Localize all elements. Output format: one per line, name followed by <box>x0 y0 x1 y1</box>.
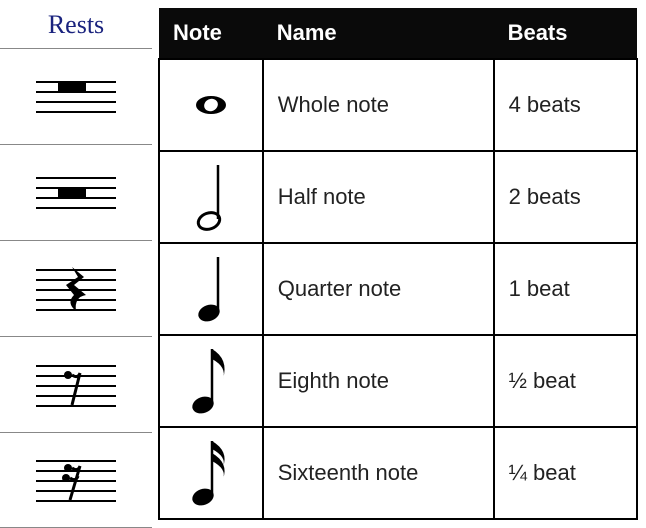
note-name: Eighth note <box>263 335 494 427</box>
eighth-note-icon <box>159 335 263 427</box>
table-row: Whole note 4 beats <box>159 59 637 151</box>
note-name: Half note <box>263 151 494 243</box>
rest-cell-eighth <box>0 336 152 432</box>
notes-table-container: Note Name Beats Whole note 4 beats Half … <box>152 0 646 520</box>
header-beats: Beats <box>494 8 637 59</box>
half-note-icon <box>159 151 263 243</box>
table-row: Half note 2 beats <box>159 151 637 243</box>
table-row: Sixteenth note ¼ beat <box>159 427 637 519</box>
quarter-rest-icon <box>36 267 116 311</box>
whole-rest-icon <box>36 75 116 119</box>
sixteenth-rest-icon <box>36 458 116 502</box>
half-rest-icon <box>36 171 116 215</box>
sixteenth-note-icon <box>159 427 263 519</box>
header-note: Note <box>159 8 263 59</box>
rests-column: Rests <box>0 0 152 528</box>
table-header-row: Note Name Beats <box>159 8 637 59</box>
rest-cell-quarter <box>0 240 152 336</box>
header-name: Name <box>263 8 494 59</box>
note-name: Sixteenth note <box>263 427 494 519</box>
note-beats: 4 beats <box>494 59 637 151</box>
note-name: Whole note <box>263 59 494 151</box>
table-row: Eighth note ½ beat <box>159 335 637 427</box>
notes-table: Note Name Beats Whole note 4 beats Half … <box>158 8 638 520</box>
note-beats: 1 beat <box>494 243 637 335</box>
rests-title: Rests <box>48 10 104 40</box>
table-row: Quarter note 1 beat <box>159 243 637 335</box>
note-name: Quarter note <box>263 243 494 335</box>
quarter-note-icon <box>159 243 263 335</box>
whole-note-icon <box>159 59 263 151</box>
note-beats: ½ beat <box>494 335 637 427</box>
note-beats: ¼ beat <box>494 427 637 519</box>
note-beats: 2 beats <box>494 151 637 243</box>
eighth-rest-icon <box>36 363 116 407</box>
rest-cell-half <box>0 144 152 240</box>
rest-cell-whole <box>0 48 152 144</box>
rest-cell-sixteenth <box>0 432 152 528</box>
